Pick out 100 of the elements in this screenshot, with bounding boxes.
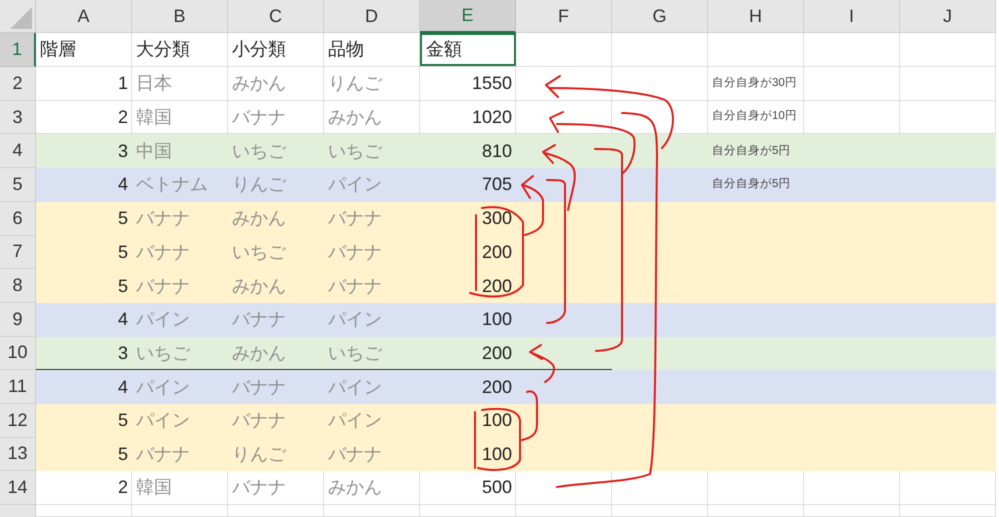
table-cell-text: ベトナム (136, 173, 208, 196)
row-header[interactable]: 9 (0, 302, 36, 337)
table-cell-text: 100 (482, 308, 512, 332)
row-header[interactable]: 8 (0, 269, 36, 303)
table-cell-text: 4 (118, 173, 128, 196)
table-cell-text: パイン (328, 173, 382, 196)
table-cell-text: 810 (482, 140, 512, 163)
table-cell-text: 韓国 (136, 106, 172, 129)
table-cell-text: 2 (118, 476, 128, 500)
row-header[interactable]: 12 (0, 404, 36, 438)
table-cell-text: みかん (232, 342, 286, 365)
table-cell-text: 小分類 (232, 38, 286, 62)
table-cell-text: バナナ (136, 442, 190, 466)
table-cell-text: 自分自身が5円 (712, 144, 790, 159)
table-cell-text: 100 (482, 442, 512, 466)
table-cell-text: りんご (328, 72, 382, 95)
table-cell-text: みかん (328, 476, 382, 500)
table-cell-text: みかん (232, 207, 286, 230)
row-header[interactable]: 2 (0, 67, 36, 101)
table-cell-text: いちご (136, 342, 190, 365)
table-cell-text: バナナ (328, 207, 382, 230)
column-header[interactable]: H (708, 0, 804, 34)
table-cell-text: バナナ (232, 376, 286, 399)
table-cell-text: 自分自身が10円 (712, 108, 797, 124)
table-cell-text: 自分自身が5円 (712, 176, 790, 192)
table-cell-text: 5 (118, 442, 128, 466)
column-header[interactable]: G (612, 0, 708, 34)
row-header[interactable]: 7 (0, 236, 36, 270)
column-header[interactable]: I (804, 0, 900, 34)
table-cell-text: みかん (232, 274, 286, 298)
table-cell-text: 1550 (472, 72, 512, 95)
table-cell-text: バナナ (232, 476, 286, 500)
table-cell-text: 日本 (136, 72, 172, 95)
hand-drawn-arrow (529, 344, 555, 383)
column-header[interactable]: B (132, 0, 228, 34)
table-cell-text: 3 (118, 140, 128, 163)
table-cell-text: バナナ (328, 274, 382, 298)
table-cell-text: 1 (118, 72, 128, 95)
hand-drawn-bracket (521, 390, 538, 441)
table-cell-text: 階層 (40, 38, 76, 62)
table-cell-text: 中国 (136, 140, 172, 163)
row-header[interactable]: 10 (0, 336, 36, 370)
table-cell-text: いちご (232, 140, 286, 163)
column-header[interactable]: E (420, 0, 516, 34)
table-cell-text: 4 (118, 376, 128, 399)
table-cell-text: 200 (482, 342, 512, 365)
table-cell-text: バナナ (328, 442, 382, 466)
row-header[interactable]: 14 (0, 471, 36, 505)
table-cell-text: パイン (328, 376, 382, 399)
column-header[interactable]: F (516, 0, 612, 34)
select-all-icon[interactable] (10, 7, 32, 30)
table-cell-text: パイン (136, 308, 190, 332)
table-cell-text: みかん (328, 106, 382, 129)
table-cell-text: いちご (328, 140, 382, 163)
table-cell-text: バナナ (232, 308, 286, 332)
table-cell-text: バナナ (136, 240, 190, 264)
row-header[interactable]: 5 (0, 168, 36, 202)
table-cell-text: バナナ (328, 240, 382, 264)
row-header[interactable]: 3 (0, 100, 36, 134)
row-header[interactable] (0, 505, 36, 517)
table-cell-text: 大分類 (136, 38, 190, 62)
table-cell-text: バナナ (232, 409, 286, 432)
table-cell-text: バナナ (232, 106, 286, 129)
active-cell[interactable]: 金額 (420, 33, 516, 66)
column-header[interactable]: C (228, 0, 324, 34)
table-cell-text: りんご (232, 442, 286, 466)
table-cell-text: バナナ (136, 274, 190, 298)
table-cell-text: 2 (118, 106, 128, 129)
table-cell-text: 705 (482, 173, 512, 196)
table-cell-text: パイン (328, 308, 382, 332)
table-cell-text: 5 (118, 240, 128, 264)
table-cell-text: りんご (232, 173, 286, 196)
row-header[interactable]: 6 (0, 202, 36, 236)
table-cell-text: みかん (232, 72, 286, 95)
table-cell-text: 5 (118, 207, 128, 230)
table-cell-text: 100 (482, 409, 512, 432)
table-cell-text: 200 (482, 274, 512, 298)
row-header[interactable]: 1 (0, 33, 36, 68)
table-cell-text: 1020 (472, 106, 512, 129)
table-cell-text: 韓国 (136, 476, 172, 500)
column-header[interactable]: J (900, 0, 996, 34)
table-cell-text: 300 (482, 207, 512, 230)
table-cell-text: 5 (118, 274, 128, 298)
table-cell-text: 3 (118, 342, 128, 365)
table-cell-text: 品物 (328, 38, 364, 62)
table-cell-text: パイン (328, 409, 382, 432)
table-cell-text: 500 (482, 476, 512, 500)
row-header[interactable]: 4 (0, 134, 36, 168)
column-header[interactable]: D (324, 0, 420, 34)
row-header[interactable]: 13 (0, 438, 36, 472)
table-cell-text: 5 (118, 409, 128, 432)
table-cell-text: パイン (136, 376, 190, 399)
table-cell-text: 4 (118, 308, 128, 332)
table-cell-text: 200 (482, 376, 512, 399)
row-header[interactable]: 11 (0, 370, 36, 404)
table-cell-text: パイン (136, 409, 190, 432)
table-cell-text: 200 (482, 240, 512, 264)
table-cell-text: バナナ (136, 207, 190, 230)
table-cell-text: いちご (232, 240, 286, 264)
column-header[interactable]: A (36, 0, 132, 34)
